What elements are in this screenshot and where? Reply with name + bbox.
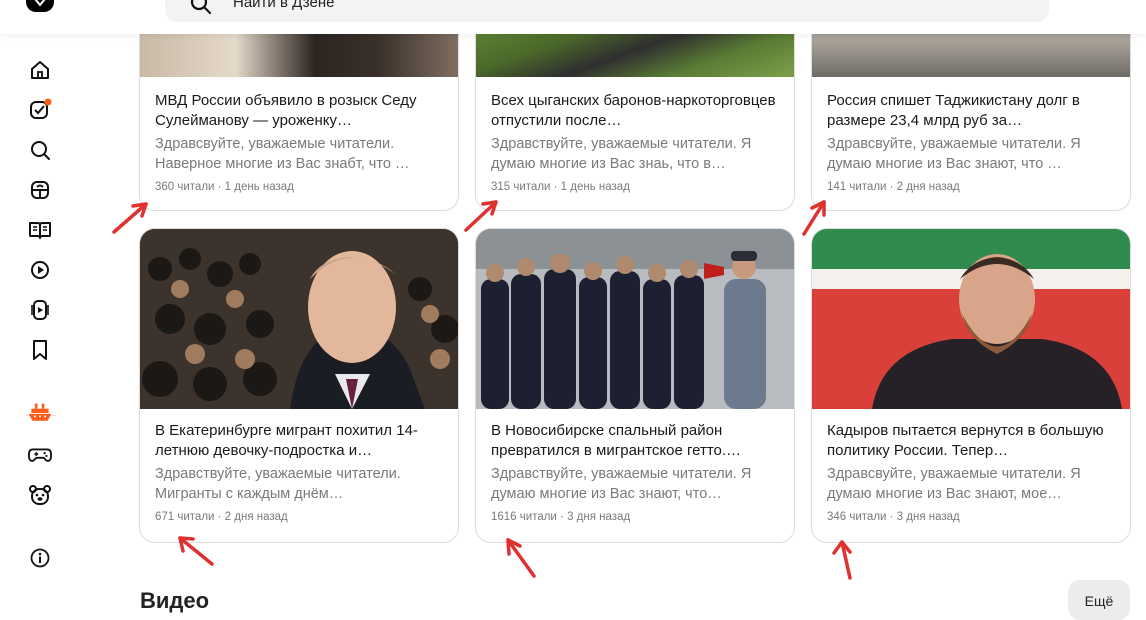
article-meta: 671 читали · 2 дня назад	[155, 511, 288, 523]
article-card[interactable]: В Екатеринбурге мигрант похитил 14-летню…	[139, 228, 459, 543]
video-icon[interactable]	[28, 258, 52, 282]
search-input[interactable]: Найти в Дзене	[165, 0, 1049, 22]
article-meta: 346 читали · 3 дня назад	[827, 511, 960, 523]
info-icon[interactable]	[28, 546, 52, 570]
article-title[interactable]: В Новосибирске спальный район превратилс…	[491, 421, 780, 461]
section-title-text: Видео	[140, 588, 210, 613]
search-nav-icon[interactable]	[28, 138, 52, 162]
article-title[interactable]: Всех цыганских баронов-наркоторговцев от…	[491, 91, 780, 131]
articles-icon[interactable]	[28, 218, 52, 242]
article-description: Здравствуйте, уважаемые читатели. Я дума…	[491, 136, 752, 172]
article-card[interactable]: Кадыров пытается вернутся в большую поли…	[811, 228, 1131, 543]
article-card[interactable]: МВД России объявило в розыск Седу Сулейм…	[139, 4, 459, 211]
article-card[interactable]: Всех цыганских баронов-наркоторговцев от…	[475, 4, 795, 211]
sidebar	[0, 34, 80, 602]
article-title[interactable]: Кадыров пытается вернутся в большую поли…	[827, 421, 1116, 461]
dzen-logo[interactable]	[26, 0, 54, 12]
article-image	[140, 229, 458, 409]
article-card[interactable]: В Новосибирске спальный район превратилс…	[475, 228, 795, 543]
video-section-title: Видео	[140, 588, 209, 614]
article-meta: 1616 читали · 3 дня назад	[491, 511, 631, 523]
article-description: Здравсвуйте, уважаемые читатели. Я думаю…	[827, 136, 1081, 172]
search-icon	[190, 0, 212, 15]
home-icon[interactable]	[28, 58, 52, 82]
article-title[interactable]: Россия спишет Таджикистану долг в размер…	[827, 91, 1116, 131]
bookmarks-icon[interactable]	[28, 338, 52, 362]
article-meta: 315 читали · 1 день назад	[491, 181, 630, 193]
kids-icon[interactable]	[28, 483, 52, 507]
article-image	[476, 229, 794, 409]
ship-icon[interactable]	[28, 401, 52, 425]
article-description: Здравствуйте, уважаемые читатели. Я дума…	[491, 466, 752, 502]
article-image	[812, 229, 1130, 409]
top-bar: Найти в Дзене	[0, 0, 1146, 34]
more-button[interactable]: Ещё	[1068, 580, 1130, 620]
showcase-icon[interactable]	[28, 178, 52, 202]
article-card[interactable]: Россия спишет Таджикистану долг в размер…	[811, 4, 1131, 211]
article-title[interactable]: В Екатеринбурге мигрант похитил 14-летню…	[155, 421, 444, 461]
article-description: Здравсвуйте, уважаемые читатели. Наверно…	[155, 136, 410, 172]
shorts-icon[interactable]	[28, 298, 52, 322]
subscriptions-icon[interactable]	[28, 98, 52, 122]
article-description: Здравствуйте, уважаемые читатели. Мигран…	[155, 466, 401, 502]
article-title[interactable]: МВД России объявило в розыск Седу Сулейм…	[155, 91, 444, 131]
article-meta: 360 читали · 1 день назад	[155, 181, 294, 193]
search-placeholder: Найти в Дзене	[233, 0, 335, 11]
article-meta: 141 читали · 2 дня назад	[827, 181, 960, 193]
article-description: Здравсвуйте, уважаемые читатели. Я думаю…	[827, 466, 1081, 502]
games-icon[interactable]	[28, 443, 52, 467]
